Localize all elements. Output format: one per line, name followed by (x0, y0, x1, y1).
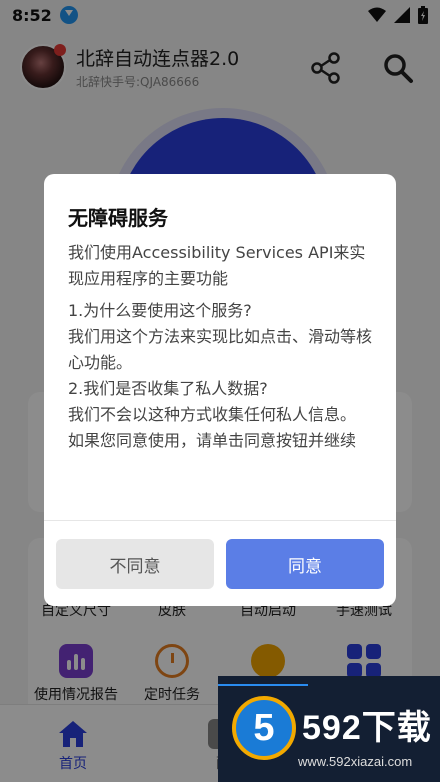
watermark-brand: 592下载 (302, 709, 432, 747)
dialog-answer-1: 我们用这个方法来实现比如点击、滑动等核心功能。 (68, 327, 373, 372)
disagree-button[interactable]: 不同意 (56, 539, 214, 589)
watermark-url: www.592xiazai.com (298, 754, 413, 769)
dialog-divider (44, 520, 396, 521)
accessibility-dialog: 无障碍服务 我们使用Accessibility Services API来实现应… (44, 174, 396, 606)
site-watermark: 5 592下载 www.592xiazai.com (218, 676, 440, 782)
dialog-closing: 如果您同意使用，请单击同意按钮并继续 (68, 431, 357, 450)
dialog-answer-2: 我们不会以这种方式收集任何私人信息。 (68, 405, 357, 424)
watermark-logo-icon: 5 (232, 696, 296, 760)
dialog-title: 无障碍服务 (68, 206, 168, 230)
dialog-body: 我们使用Accessibility Services API来实现应用程序的主要… (68, 240, 376, 454)
dialog-question-1: 1.为什么要使用这个服务? (68, 301, 252, 320)
watermark-swoosh (218, 684, 308, 686)
agree-button[interactable]: 同意 (226, 539, 384, 589)
dialog-question-2: 2.我们是否收集了私人数据? (68, 379, 268, 398)
dialog-intro: 我们使用Accessibility Services API来实现应用程序的主要… (68, 243, 366, 288)
